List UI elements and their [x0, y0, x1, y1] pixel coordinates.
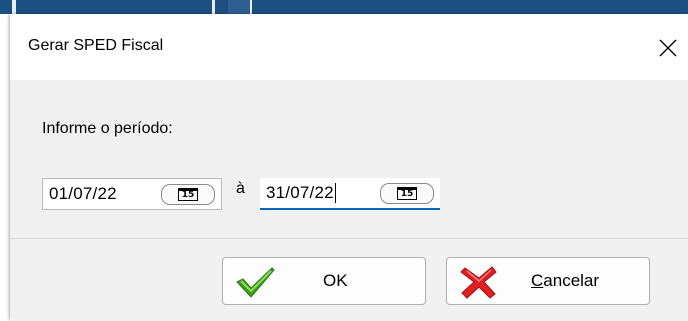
cancel-button[interactable]: Cancelar: [446, 257, 650, 305]
dialog-title: Gerar SPED Fiscal: [28, 37, 164, 54]
start-date-value: 01/07/22: [49, 184, 117, 203]
title-bar: Gerar SPED Fiscal: [10, 14, 688, 80]
start-date-field[interactable]: 01/07/22 15: [42, 178, 222, 210]
sped-dialog: Gerar SPED Fiscal Informe o período: 01/…: [10, 14, 688, 321]
text-caret: [334, 183, 336, 204]
button-bar: OK Cancelar: [10, 238, 688, 321]
close-button[interactable]: [648, 28, 688, 68]
cancel-button-label: Cancelar: [531, 271, 600, 290]
end-date-value: 31/07/22: [266, 182, 336, 204]
close-icon: [659, 39, 677, 57]
date-separator: à: [236, 180, 245, 197]
x-icon: [460, 266, 497, 299]
period-prompt: Informe o período:: [42, 120, 173, 137]
dialog-body: Informe o período: 01/07/22 15 à 31/07/2…: [10, 80, 688, 238]
end-date-calendar-button[interactable]: 15: [380, 183, 434, 204]
end-date-field[interactable]: 31/07/22 15: [260, 178, 440, 210]
checkmark-icon: [236, 267, 275, 298]
calendar-icon: 15: [397, 187, 417, 200]
start-date-calendar-button[interactable]: 15: [161, 184, 215, 205]
ok-button-label: OK: [323, 271, 348, 290]
ok-button[interactable]: OK: [222, 257, 426, 305]
calendar-icon: 15: [178, 188, 198, 201]
background-window-strip: [0, 0, 688, 14]
